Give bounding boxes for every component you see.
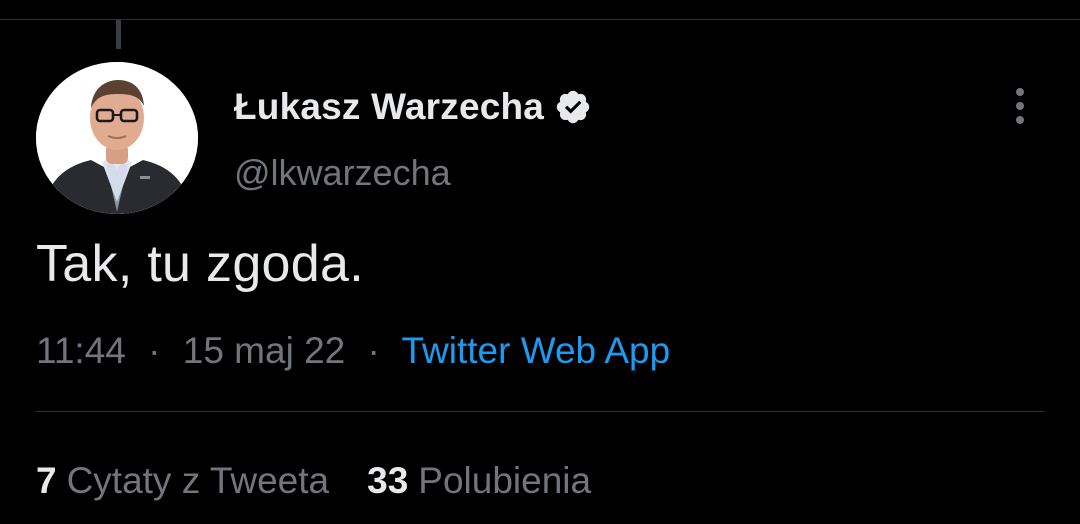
author-name-row[interactable]: Łukasz Warzecha <box>234 84 592 130</box>
likes-stat[interactable]: 33 Polubienia <box>367 460 591 502</box>
tweet-source-link[interactable]: Twitter Web App <box>401 330 670 371</box>
avatar[interactable] <box>36 62 198 214</box>
avatar-photo <box>36 62 198 214</box>
top-divider <box>0 19 1080 20</box>
tweet-stats: 7 Cytaty z Tweeta 33 Polubienia <box>36 460 591 502</box>
stats-divider <box>36 411 1044 412</box>
quote-count: 7 <box>36 460 57 501</box>
verified-badge-icon <box>554 88 592 126</box>
thread-connector-line <box>116 20 121 49</box>
more-vertical-icon <box>1016 88 1024 96</box>
likes-label: Polubienia <box>418 460 592 501</box>
author-display-name[interactable]: Łukasz Warzecha <box>234 86 544 128</box>
quote-tweets-stat[interactable]: 7 Cytaty z Tweeta <box>36 460 329 502</box>
tweet-text: Tak, tu zgoda. <box>36 235 364 293</box>
tweet-time[interactable]: 11:44 <box>36 330 126 371</box>
tweet-date[interactable]: 15 maj 22 <box>183 330 346 371</box>
tweet-metadata: 11:44 · 15 maj 22 · Twitter Web App <box>36 330 670 372</box>
more-options-button[interactable] <box>1000 82 1040 130</box>
metadata-separator: · <box>148 330 161 371</box>
author-handle[interactable]: @lkwarzecha <box>234 152 451 194</box>
metadata-separator: · <box>367 330 380 371</box>
quote-label: Cytaty z Tweeta <box>66 460 330 501</box>
likes-count: 33 <box>367 460 409 501</box>
